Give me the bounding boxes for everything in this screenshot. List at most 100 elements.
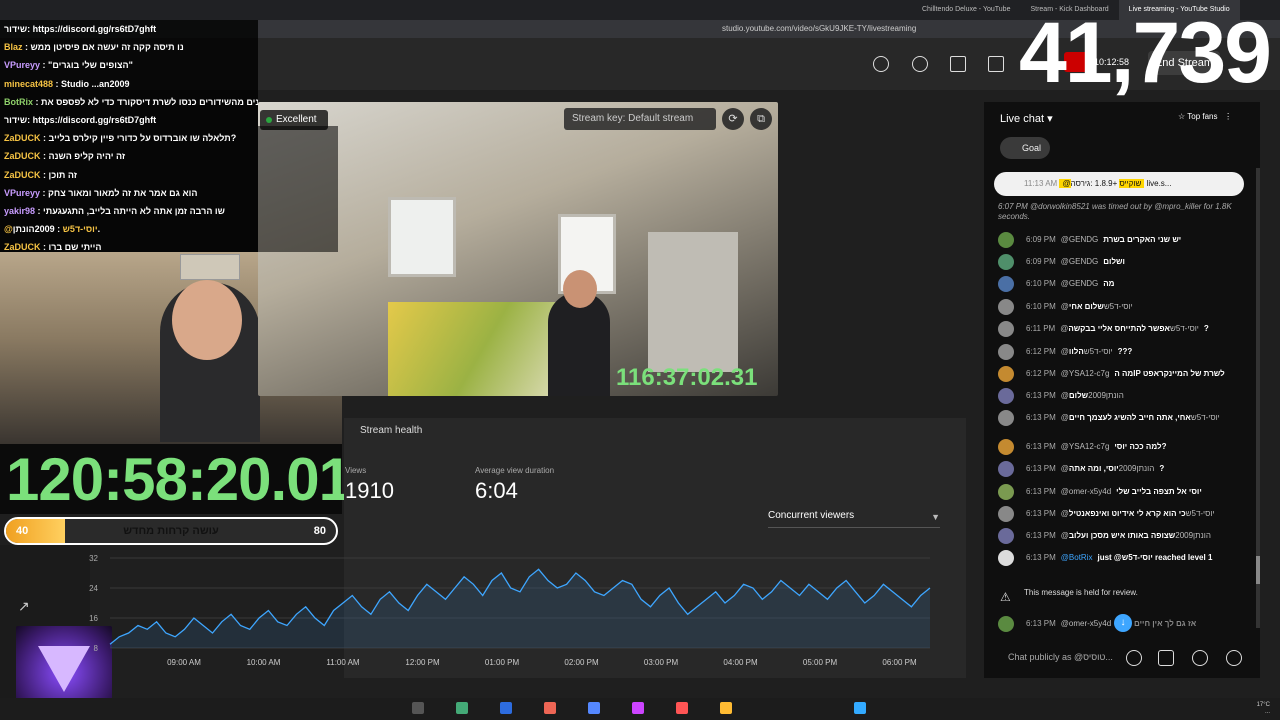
chat-message[interactable]: 6:13 PM @יוסי-ד5שאחי, אתה חייב להשיג לעצמ… (998, 408, 1250, 428)
chat-message[interactable]: 6:09 PM @GENDG ושלום (998, 252, 1250, 272)
x-tick-label: 04:00 PM (723, 658, 758, 667)
chat-text: ושלום (1103, 257, 1125, 266)
x-tick-label: 06:00 PM (882, 658, 917, 667)
avatar (998, 298, 1014, 315)
chat-time: 6:13 PM (1026, 391, 1056, 400)
stream-key-dropdown[interactable]: Stream key: Default stream (564, 108, 716, 130)
series-area (110, 569, 930, 648)
add-icon[interactable] (1192, 650, 1208, 666)
chat-time: 6:13 PM (1026, 464, 1056, 473)
dollar-icon[interactable] (912, 56, 928, 72)
emoji-icon[interactable] (1126, 650, 1142, 666)
avatar (998, 549, 1014, 566)
metric-dropdown[interactable]: Concurrent viewers ▼ (768, 510, 940, 528)
taskbar-app-icon[interactable] (588, 702, 600, 714)
chat-time: 6:11 PM (1026, 324, 1056, 333)
taskbar-app-icon[interactable] (456, 702, 468, 714)
held-notice: This message is held for review. (1024, 588, 1138, 597)
chat-time: 6:13 PM (1026, 509, 1056, 518)
overlay-chat-text: שידור: https://discord.gg/rs6tD7ghft (4, 24, 157, 34)
views-value: 1910 (345, 478, 394, 503)
expand-icon[interactable]: ↗ (18, 598, 30, 615)
overlay-chat-text: שו הרבה זמן אתה לא הייתה בלייב, התגעגעתי (43, 205, 225, 216)
refresh-icon[interactable]: ⟳ (722, 108, 744, 130)
chat-message[interactable]: 6:13 PM @omer-x5y4d יוסי אל תצפה בלייב שלי (998, 482, 1250, 502)
stream-preview[interactable]: 116:37:02.31 (258, 102, 778, 396)
chat-message[interactable]: 6:10 PM @GENDG מה (998, 274, 1250, 294)
chat-message[interactable]: 6:13 PM @BotRix just @יוסי-ד5ש reached lev… (998, 548, 1250, 568)
chat-text: מה הIP לשרת של המיינקראפט (1114, 369, 1225, 378)
avatar (998, 460, 1014, 477)
top-fans-button[interactable]: ☆ Top fans ⋮ (1178, 112, 1232, 121)
chat-author: @omer-x5y4d (1060, 619, 1112, 628)
overlay-chat-text: נו תיסה קקה זה יעשה אם פיסיטן ממש (30, 42, 184, 53)
chat-message[interactable]: 6:13 PM @הונתן2009שלום (998, 386, 1250, 406)
avatar (998, 343, 1014, 360)
overlay-chat-author: ZaDUCK (4, 169, 41, 180)
stream-health-tab[interactable]: Stream health (360, 425, 422, 436)
clapper-icon[interactable] (950, 56, 966, 72)
avatar (998, 505, 1014, 522)
viewer-count-overlay: 41,739 (1018, 5, 1272, 101)
overlay-chat-line: שידור: https://discord.gg/rs6tD7ghft (0, 111, 258, 129)
chat-scroll-thumb[interactable] (1256, 556, 1260, 584)
chat-message[interactable]: 6:11 PM @יוסי-ד5שאפשר להתייחס אליי בבקשה? (998, 319, 1250, 339)
tab-chilltendo[interactable]: Chilltendo Deluxe - YouTube (912, 0, 1020, 20)
preview-chat-overlay (258, 126, 338, 252)
chat-text: אחי, אתה חייב להשיג לעצמך חיים (1068, 413, 1191, 422)
live-chat-title[interactable]: Live chat ▾ (1000, 112, 1053, 125)
chat-message[interactable]: 6:13 PM @YSA12-c7g למה ככה יוסי? (998, 437, 1250, 457)
windows-start-icon[interactable] (854, 702, 866, 714)
chat-text: שצופה באותו איש מסכן ועלוב (1068, 531, 1176, 540)
overlay-chat-author: minecat488 (4, 78, 54, 89)
pinned-time: 11:13 AM (1024, 179, 1058, 188)
avatar (998, 483, 1014, 500)
taskbar-app-icon[interactable] (632, 702, 644, 714)
goal-label: עושה קרחות מחדש (123, 525, 219, 537)
overlay-chat-line: @יוסי-ד5ש : 2009הונתן. (4, 224, 101, 235)
chat-text: שלום (1068, 391, 1089, 400)
chat-input[interactable]: Chat publicly as @טוסיס... (1008, 652, 1113, 662)
taskbar-app-icon[interactable] (412, 702, 424, 714)
chat-time: 6:09 PM (1026, 235, 1056, 244)
stream-health-badge: Excellent (260, 110, 328, 130)
copy-icon[interactable]: ⧉ (750, 108, 772, 130)
overlay-chat-author: BotRix (4, 96, 33, 107)
overlay-chat-line: VPureyy : הוא גם אמר את זה למאור ומאור צ… (4, 187, 198, 198)
monetization-icon[interactable] (873, 56, 889, 72)
x-tick-label: 02:00 PM (564, 658, 599, 667)
overlay-chat-text: "הצופים שלי בוגרים" (48, 60, 133, 71)
scroll-down-icon[interactable]: ↓ (1114, 614, 1132, 632)
chat-time: 6:13 PM (1026, 442, 1056, 451)
chat-message[interactable]: 6:12 PM @YSA12-c7g מה הIP לשרת של המיינקרא… (998, 364, 1250, 384)
avatar (998, 275, 1014, 292)
overlay-chat-text: הייתי שם ברו (48, 242, 102, 252)
goal-end: 80 (313, 525, 326, 537)
pinned-message[interactable]: 11:13 AM @שוקייס +1.8.9 :גירסה live.s... (994, 172, 1244, 196)
chat-time: 6:12 PM (1026, 347, 1056, 356)
x-tick-label: 11:00 AM (326, 658, 360, 667)
chat-text: מה (1103, 279, 1115, 288)
chat-message[interactable]: 6:13 PM @יוסי-ד5שכי הוא קרא לי אידיוט ואי… (998, 504, 1250, 524)
chat-message[interactable]: 6:13 PM @הונתן2009יוסי, ומה אתה? (998, 459, 1250, 479)
chat-author: @BotRix (1060, 553, 1093, 562)
taskbar-app-icon[interactable] (720, 702, 732, 714)
taskbar-app-icon[interactable] (676, 702, 688, 714)
chat-time: 6:12 PM (1026, 369, 1056, 378)
chat-message[interactable]: 6:13 PM @הונתן2009שצופה באותו איש מסכן וע… (998, 526, 1250, 546)
goal-pill[interactable]: Goal (1000, 137, 1050, 159)
y-tick-label: 32 (89, 554, 98, 563)
overlay-chat-line: VPureyy : "הצופים שלי בוגרים" (4, 60, 133, 71)
health-dot-icon (266, 117, 272, 123)
super-chat-icon[interactable] (1158, 650, 1174, 666)
heart-icon[interactable] (1226, 650, 1242, 666)
chat-message[interactable]: 6:10 PM @יוסי-ד5ששלום אחי (998, 297, 1250, 317)
chat-message[interactable]: 6:09 PM @GENDG יש שני האקרים בשרת (998, 230, 1250, 250)
overlay-chat-text: שידור: https://discord.gg/rs6tD7ghft (4, 114, 157, 125)
streamer-head (172, 280, 242, 360)
bookmark-icon[interactable] (988, 56, 1004, 72)
chat-message[interactable]: 6:12 PM @יוסי-ד5שהלוו??? (998, 342, 1250, 362)
chat-text: יוסי אל תצפה בלייב שלי (1116, 487, 1202, 496)
taskbar-app-icon[interactable] (500, 702, 512, 714)
taskbar-app-icon[interactable] (544, 702, 556, 714)
